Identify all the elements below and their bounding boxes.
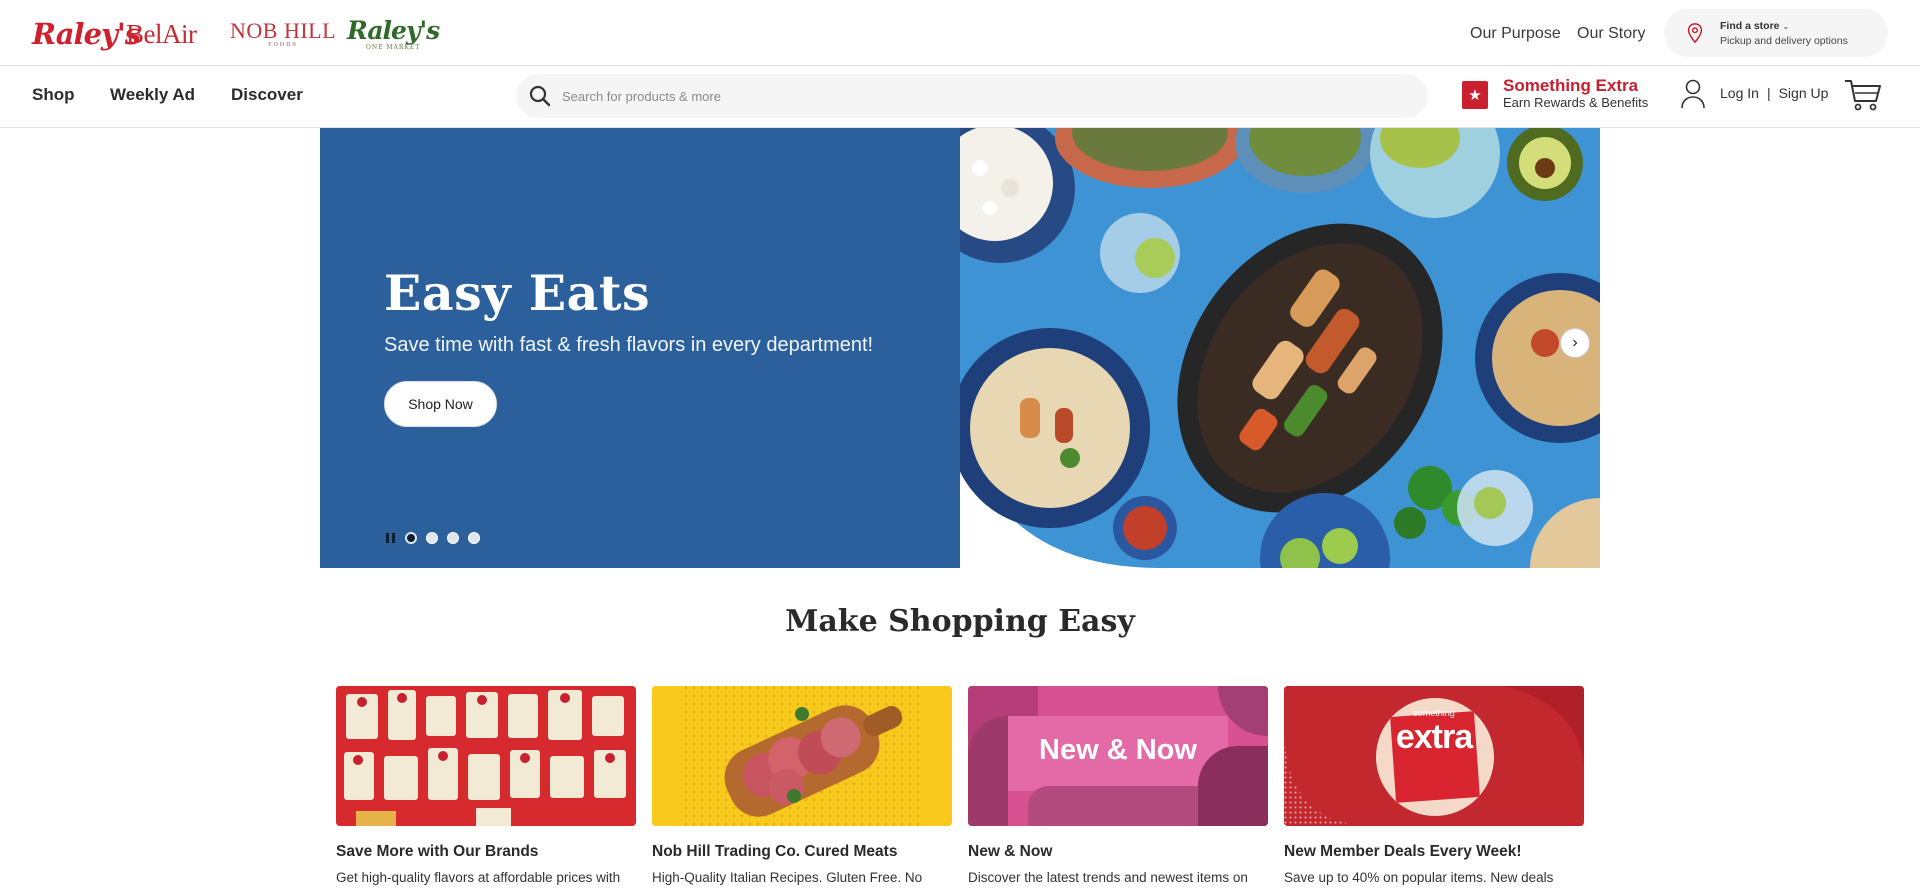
- carousel-dot-3[interactable]: [447, 532, 459, 544]
- something-extra-link[interactable]: Something Extra Earn Rewards & Benefits: [1503, 77, 1648, 111]
- search-icon[interactable]: [528, 84, 552, 108]
- card-description: Save up to 40% on popular items. New dea…: [1284, 870, 1554, 885]
- nav-shop[interactable]: Shop: [32, 85, 75, 105]
- hero-panel: Easy Eats Save time with fast & fresh fl…: [320, 128, 960, 568]
- promo-card[interactable]: Nob Hill Trading Co. Cured Meats High-Qu…: [652, 686, 952, 885]
- shop-now-button[interactable]: Shop Now: [384, 381, 497, 427]
- hero-title: Easy Eats: [384, 264, 651, 322]
- cart-icon[interactable]: [1844, 78, 1882, 112]
- carousel-dot-1[interactable]: [405, 532, 417, 544]
- signup-link[interactable]: Sign Up: [1779, 85, 1829, 101]
- hero-image: [960, 128, 1600, 568]
- card-image-brands: [336, 686, 636, 826]
- nav-bar: Shop Weekly Ad Discover ★ Something Extr…: [0, 66, 1920, 128]
- carousel-dot-4[interactable]: [468, 532, 480, 544]
- card-title: New & Now: [968, 843, 1053, 860]
- fajita-food-illustration: [960, 128, 1600, 568]
- something-extra-subtitle: Earn Rewards & Benefits: [1503, 95, 1649, 110]
- search-input[interactable]: [562, 88, 1382, 104]
- find-store-subtitle: Pickup and delivery options: [1720, 34, 1848, 47]
- extra-logo-text: extra: [1395, 718, 1473, 756]
- carousel-dot-2[interactable]: [426, 532, 438, 544]
- nob-hill-logo-text: NOB HILL: [230, 18, 337, 43]
- raleys-one-logo-text: Raley's: [347, 15, 440, 45]
- nob-hill-logo-sub: FOODS: [268, 42, 298, 48]
- find-store-title: Find a store ⌄: [1720, 19, 1848, 34]
- carousel-controls: [384, 532, 480, 544]
- auth-separator: |: [1766, 85, 1771, 101]
- card-title: Save More with Our Brands: [336, 843, 539, 860]
- chevron-down-icon: ⌄: [1782, 21, 1790, 31]
- card-title: New Member Deals Every Week!: [1284, 843, 1522, 860]
- location-pin-icon: [1687, 23, 1703, 44]
- belair-logo[interactable]: BelAir: [126, 14, 197, 54]
- card-image-new-now: New & Now: [968, 686, 1268, 826]
- find-store-button[interactable]: Find a store ⌄ Pickup and delivery option…: [1664, 9, 1888, 57]
- search-bar: [516, 74, 1428, 118]
- salami-board-image: [652, 686, 952, 826]
- card-description: High-Quality Italian Recipes. Gluten Fre…: [652, 870, 923, 885]
- extra-logo-small-text: something: [1413, 708, 1455, 718]
- chevron-right-icon[interactable]: ›: [1560, 328, 1590, 358]
- auth-links: Log In | Sign Up: [1720, 85, 1828, 101]
- card-description: Get high-quality flavors at affordable p…: [336, 870, 621, 885]
- section-title: Make Shopping Easy: [785, 604, 1135, 639]
- find-store-title-text: Find a store: [1720, 19, 1780, 32]
- brand-products-image: [336, 686, 636, 826]
- our-purpose-link[interactable]: Our Purpose: [1470, 25, 1561, 43]
- promo-card[interactable]: something extra New Member Deals Every W…: [1284, 686, 1584, 885]
- promo-card[interactable]: Save More with Our Brands Get high-quali…: [336, 686, 636, 885]
- pause-icon[interactable]: [384, 532, 396, 544]
- top-bar: Raley's BelAir NOB HILL FOODS Raley's ON…: [0, 0, 1920, 66]
- nav-discover[interactable]: Discover: [231, 85, 303, 105]
- card-title: Nob Hill Trading Co. Cured Meats: [652, 843, 898, 860]
- raleys-logo[interactable]: Raley's: [32, 14, 141, 54]
- hero-carousel: Easy Eats Save time with fast & fresh fl…: [320, 128, 1600, 568]
- new-now-image-label: New & Now: [1039, 734, 1197, 766]
- card-image-something-extra: something extra: [1284, 686, 1584, 826]
- nob-hill-logo[interactable]: NOB HILL FOODS: [230, 14, 336, 54]
- user-icon[interactable]: [1680, 78, 1706, 110]
- nav-weekly-ad[interactable]: Weekly Ad: [110, 85, 195, 105]
- star-icon[interactable]: ★: [1462, 81, 1488, 109]
- something-extra-title: Something Extra: [1503, 76, 1639, 95]
- card-image-cured-meats: [652, 686, 952, 826]
- promo-card[interactable]: New & Now New & Now Discover the latest …: [968, 686, 1268, 885]
- login-link[interactable]: Log In: [1720, 85, 1759, 101]
- hero-subtitle: Save time with fast & fresh flavors in e…: [384, 334, 874, 356]
- raleys-one-market-logo[interactable]: Raley's ONE MARKET: [347, 14, 440, 54]
- card-description: Discover the latest trends and newest it…: [968, 870, 1248, 885]
- raleys-one-logo-sub: ONE MARKET: [365, 43, 421, 51]
- our-story-link[interactable]: Our Story: [1577, 25, 1645, 43]
